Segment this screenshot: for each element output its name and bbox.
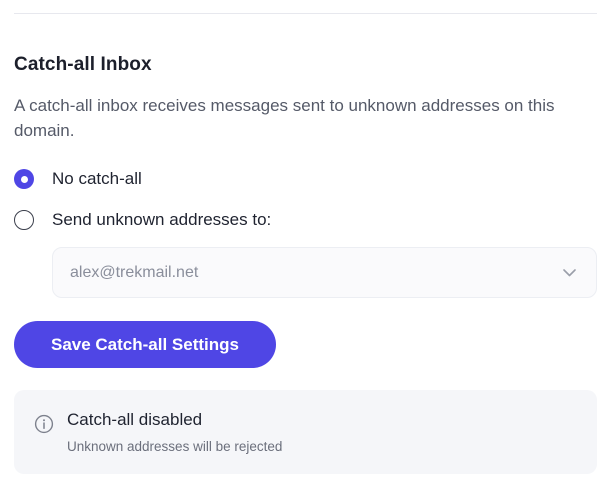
section-divider bbox=[14, 13, 597, 14]
chevron-down-icon bbox=[562, 266, 576, 280]
radio-button-unselected[interactable] bbox=[14, 210, 34, 230]
catch-all-settings-panel: Catch-all Inbox A catch-all inbox receiv… bbox=[0, 0, 600, 500]
select-value: alex@trekmail.net bbox=[70, 263, 199, 281]
section-title: Catch-all Inbox bbox=[14, 54, 152, 75]
status-title: Catch-all disabled bbox=[67, 410, 203, 429]
radio-option-no-catch-all[interactable]: No catch-all bbox=[14, 169, 142, 189]
save-catch-all-button[interactable]: Save Catch-all Settings bbox=[14, 321, 276, 368]
radio-option-send-unknown[interactable]: Send unknown addresses to: bbox=[14, 210, 271, 230]
radio-option-label: No catch-all bbox=[52, 169, 142, 188]
status-subtitle: Unknown addresses will be rejected bbox=[67, 439, 283, 454]
forward-address-select[interactable]: alex@trekmail.net bbox=[52, 247, 597, 298]
info-icon bbox=[34, 414, 54, 434]
section-description: A catch-all inbox receives messages sent… bbox=[14, 96, 555, 140]
status-info-box: Catch-all disabled Unknown addresses wil… bbox=[14, 390, 597, 474]
radio-button-selected[interactable] bbox=[14, 169, 34, 189]
radio-option-label: Send unknown addresses to: bbox=[52, 210, 272, 229]
